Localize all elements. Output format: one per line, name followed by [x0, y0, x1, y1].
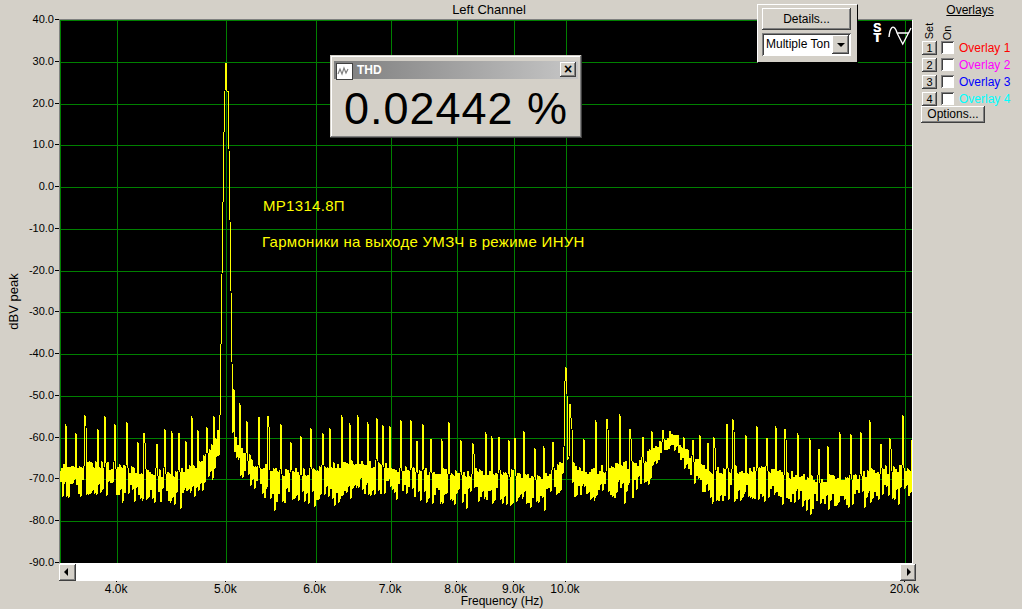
y-tick-mark: [55, 103, 59, 104]
y-tick-label: -50.0: [0, 389, 54, 401]
overlay-label-1: Overlay 1: [959, 41, 1010, 55]
y-tick-mark: [55, 270, 59, 271]
y-tick-mark: [55, 19, 59, 20]
page-title: Left Channel: [389, 2, 589, 17]
y-tick-label: -60.0: [0, 431, 54, 443]
overlay-set-button-2[interactable]: 2: [922, 58, 937, 72]
scroll-left-icon: [64, 568, 68, 576]
y-tick-label: 20.0: [0, 97, 54, 109]
y-tick-mark: [55, 144, 59, 145]
thd-window-title: THD: [357, 61, 382, 80]
x-tick-label: 5.0k: [214, 582, 237, 596]
y-tick-label: -80.0: [0, 514, 54, 526]
y-tick-label: 30.0: [0, 55, 54, 67]
scroll-right-button[interactable]: [900, 564, 916, 581]
y-tick-mark: [55, 311, 59, 312]
combo-dropdown-button[interactable]: [832, 35, 849, 54]
scroll-left-button[interactable]: [59, 564, 76, 581]
overlay-checkbox-3[interactable]: [941, 75, 954, 88]
x-tick-label: 4.0k: [105, 582, 128, 596]
generator-status-icon: S T: [873, 23, 881, 43]
y-tick-label: -20.0: [0, 264, 54, 276]
overlay-checkbox-1[interactable]: [941, 41, 954, 54]
chevron-down-icon: [837, 43, 845, 47]
x-tick-label: 7.0k: [379, 582, 402, 596]
x-tick-label: 6.0k: [303, 582, 326, 596]
y-tick-label: 40.0: [0, 13, 54, 25]
app-window: Left Channel dBV peak МР1314.8П Гармоник…: [0, 0, 1022, 609]
y-tick-mark: [55, 520, 59, 521]
y-tick-label: -70.0: [0, 472, 54, 484]
y-tick-mark: [55, 395, 59, 396]
y-tick-mark: [55, 61, 59, 62]
thd-window[interactable]: THD × 0.02442 %: [330, 55, 582, 138]
y-tick-mark: [55, 437, 59, 438]
y-tick-mark: [55, 478, 59, 479]
overlay-label-4: Overlay 4: [959, 92, 1010, 106]
tone-mode-combobox[interactable]: Multiple Ton: [762, 33, 851, 56]
horizontal-scrollbar[interactable]: [59, 564, 916, 581]
overlay-label-2: Overlay 2: [959, 58, 1010, 72]
overlay-set-button-4[interactable]: 4: [922, 92, 937, 106]
y-tick-mark: [55, 562, 59, 563]
scroll-right-icon: [907, 568, 911, 576]
generator-badge-t: T: [873, 33, 881, 43]
y-tick-label: -30.0: [0, 305, 54, 317]
overlay-checkbox-4[interactable]: [941, 92, 954, 105]
options-button[interactable]: Options...: [921, 106, 985, 123]
tone-mode-value: Multiple Ton: [766, 37, 830, 51]
overlay-set-button-3[interactable]: 3: [922, 75, 937, 89]
overlays-heading: Overlays: [920, 3, 1020, 17]
y-tick-label: 0.0: [0, 180, 54, 192]
x-tick-label: 20.0k: [890, 582, 919, 596]
close-icon[interactable]: ×: [560, 62, 576, 77]
y-tick-label: 10.0: [0, 138, 54, 150]
annotation-line1: МР1314.8П: [263, 197, 345, 214]
y-tick-mark: [55, 186, 59, 187]
overlays-on-column-label: On: [941, 26, 953, 41]
generator-panel: Details... Multiple Ton: [757, 4, 858, 63]
details-button[interactable]: Details...: [762, 8, 851, 30]
thd-titlebar[interactable]: THD ×: [334, 61, 578, 79]
overlay-label-3: Overlay 3: [959, 75, 1010, 89]
y-tick-label: -10.0: [0, 222, 54, 234]
thd-value: 0.02442 %: [330, 84, 582, 134]
overlay-checkbox-2[interactable]: [941, 58, 954, 71]
y-tick-label: -40.0: [0, 347, 54, 359]
x-axis-title: Frequency (Hz): [402, 594, 602, 608]
overlays-set-column-label: Set: [923, 23, 935, 40]
y-axis-title: dBV peak: [6, 268, 21, 336]
y-tick-mark: [55, 353, 59, 354]
overlay-set-button-1[interactable]: 1: [922, 41, 937, 55]
sine-wave-icon: [888, 24, 912, 46]
y-tick-mark: [55, 228, 59, 229]
y-tick-label: -90.0: [0, 556, 54, 568]
annotation-line2: Гармоники на выходе УМЗЧ в режиме ИНУН: [262, 233, 585, 250]
thd-window-icon: [336, 63, 353, 80]
